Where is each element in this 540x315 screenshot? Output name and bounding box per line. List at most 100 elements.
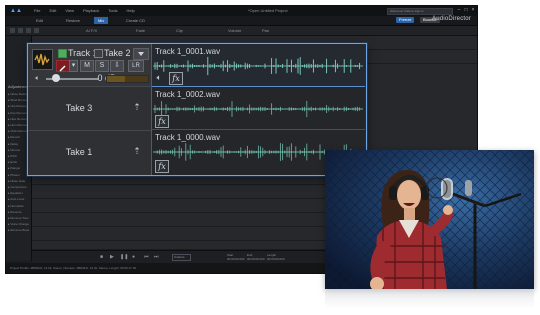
adjustment-item[interactable]: ▸ Auto Level: [8, 197, 29, 202]
fx-button[interactable]: fx: [155, 115, 169, 128]
adjustment-item[interactable]: ▸ Phaser: [8, 173, 29, 178]
tab-restore[interactable]: Restore: [62, 17, 84, 24]
length-value: 00:00:00.000: [267, 257, 285, 261]
track-zoom-callout: Track 1 Take 2 ▾ M S ⇩ LR 🔈︎ 0 dB Take 3…: [27, 43, 367, 176]
clip-track1-0002[interactable]: Track 1_0002.wav fx: [151, 87, 365, 130]
speaker-icon[interactable]: 🔈︎: [32, 74, 43, 83]
next-icon[interactable]: ⏭: [154, 254, 159, 260]
module-tabs: Edit Restore Mix Create CD Freeze Bounce…: [6, 16, 477, 26]
adjustment-item[interactable]: ▸ Voice Changer: [8, 222, 29, 227]
take-name[interactable]: Take 2: [104, 48, 131, 58]
adjustment-item[interactable]: ▸ Compressor: [8, 185, 29, 190]
track-waveform-icon: [32, 49, 53, 70]
singer-photo: [325, 150, 534, 289]
adjustment-item[interactable]: ▸ Remove Tone: [8, 216, 29, 221]
menu-help[interactable]: Help: [127, 8, 135, 13]
freeze-button[interactable]: Freeze: [396, 17, 415, 23]
adjustment-item[interactable]: ▸ Reverb: [8, 135, 29, 140]
adjustment-item[interactable]: ▸ Noise Reduction: [8, 92, 29, 97]
fx-button[interactable]: fx: [155, 160, 169, 173]
tool-pan-label[interactable]: Pan: [262, 28, 269, 33]
tab-edit[interactable]: Edit: [32, 17, 47, 24]
playhead[interactable]: [151, 44, 152, 175]
record-icon: [59, 65, 66, 72]
adjustment-item[interactable]: ▸ Flanger: [8, 166, 29, 171]
tool-volume-label[interactable]: Volume: [228, 28, 241, 33]
take-row-1[interactable]: Take 1 ⇡: [28, 130, 151, 175]
adjustment-item[interactable]: ▸ Pitch: [8, 154, 29, 159]
end-value: 00:00:00.000: [247, 257, 265, 261]
adjustment-item[interactable]: ▸ Remove Breath: [8, 228, 29, 233]
edit-toolbar: AI F/X Fade Clip Volume Pan: [6, 26, 477, 36]
sign-in-text: Welcome! Click to sign in: [390, 9, 424, 13]
previous-icon[interactable]: ⏮: [144, 254, 149, 260]
start-value: 00:00:00.000: [227, 257, 245, 261]
menu-view[interactable]: View: [65, 8, 74, 13]
tab-create-cd[interactable]: Create CD: [122, 17, 149, 24]
photo-reflection: [325, 289, 534, 309]
level-meter: [106, 75, 149, 83]
adjustment-item[interactable]: ▸ Wind Removal: [8, 98, 29, 103]
adjustment-item[interactable]: ▸ Noise Gate: [8, 179, 29, 184]
adjustment-item[interactable]: ▸ Chorus: [8, 148, 29, 153]
adjustment-item[interactable]: ▸ Normalize: [8, 204, 29, 209]
adjustment-item[interactable]: ▸ Pop Removal: [8, 111, 29, 116]
take-checkbox[interactable]: [94, 49, 103, 58]
take-row-3[interactable]: Take 3 ⇡: [28, 86, 151, 130]
pin-up-icon[interactable]: ⇡: [132, 145, 142, 157]
clip-track1-0001[interactable]: Track 1_0001.wav 🔈︎ fx: [151, 44, 365, 87]
pin-up-icon[interactable]: ⇡: [132, 101, 142, 113]
track-enable-checkbox[interactable]: [58, 49, 67, 58]
menu-tools[interactable]: Tools: [108, 8, 117, 13]
track-header: Track 1 Take 2 ▾ M S ⇩ LR 🔈︎ 0 dB: [28, 44, 151, 86]
tool-aifx-label[interactable]: AI F/X: [86, 28, 97, 33]
waveform: [153, 100, 363, 118]
fx-button[interactable]: fx: [169, 72, 183, 85]
tab-mix[interactable]: Mix: [94, 17, 109, 24]
solo-button[interactable]: S: [95, 60, 109, 72]
adjustment-item[interactable]: ▸ Reverse: [8, 210, 29, 215]
track-settings-icon[interactable]: ⇩: [110, 60, 124, 72]
adjustment-item[interactable]: ▸ Click Removal: [8, 129, 29, 134]
close-icon[interactable]: ×: [470, 7, 476, 13]
adjustment-item[interactable]: ▸ Clip Restore: [8, 104, 29, 109]
adjustment-item[interactable]: ▸ Equalizer: [8, 191, 29, 196]
maximize-icon[interactable]: □: [463, 7, 469, 13]
menu-edit[interactable]: Edit: [49, 8, 56, 13]
record-arm-button[interactable]: [56, 60, 70, 72]
take-1-label: Take 1: [65, 147, 93, 157]
chevron-down-icon: [138, 52, 144, 56]
minimize-icon[interactable]: –: [456, 7, 462, 13]
arm-options-button[interactable]: ▾: [69, 60, 78, 72]
tool-copy-icon[interactable]: [26, 28, 31, 33]
sign-in-box[interactable]: Welcome! Click to sign in: [387, 8, 453, 15]
project-title: *Open Untitled Project: [248, 8, 288, 13]
stop-icon[interactable]: ■: [100, 254, 103, 260]
tool-cut-icon[interactable]: [18, 28, 23, 33]
clip-speaker-icon[interactable]: 🔈︎: [153, 72, 165, 83]
menu-file[interactable]: File: [34, 8, 40, 13]
tool-select-icon[interactable]: [10, 28, 15, 33]
title-bar: ▲▲ File Edit View Playback Tools Help *O…: [6, 6, 477, 16]
menu-playback[interactable]: Playback: [83, 8, 99, 13]
tool-clip-label[interactable]: Clip: [176, 28, 183, 33]
mute-button[interactable]: M: [80, 60, 94, 72]
takes-dropdown-button[interactable]: [133, 48, 149, 60]
adjustment-item[interactable]: ▸ Hiss Removal: [8, 117, 29, 122]
brand-name: AudioDirector: [432, 16, 471, 22]
adjustment-item[interactable]: ▸ Delay: [8, 142, 29, 147]
record-transport-icon[interactable]: ●: [132, 254, 135, 260]
waveform: [153, 56, 363, 76]
volume-slider-knob[interactable]: [52, 74, 60, 82]
selection-mode-select[interactable]: Custom: [172, 254, 191, 261]
adjustment-item[interactable]: ▸ Hum Removal: [8, 123, 29, 128]
menu-bar: File Edit View Playback Tools Help: [34, 8, 135, 13]
play-icon[interactable]: ▶: [110, 254, 114, 260]
adjustment-item[interactable]: ▸ Echo: [8, 160, 29, 165]
stereo-lr-button[interactable]: LR: [128, 60, 144, 72]
pause-icon[interactable]: ❚❚: [120, 254, 128, 260]
take-3-label: Take 3: [65, 103, 93, 113]
tool-paste-icon[interactable]: [34, 28, 39, 33]
tool-fade-label[interactable]: Fade: [136, 28, 145, 33]
audiodirector-logo-icon[interactable]: ▲▲: [10, 8, 22, 14]
